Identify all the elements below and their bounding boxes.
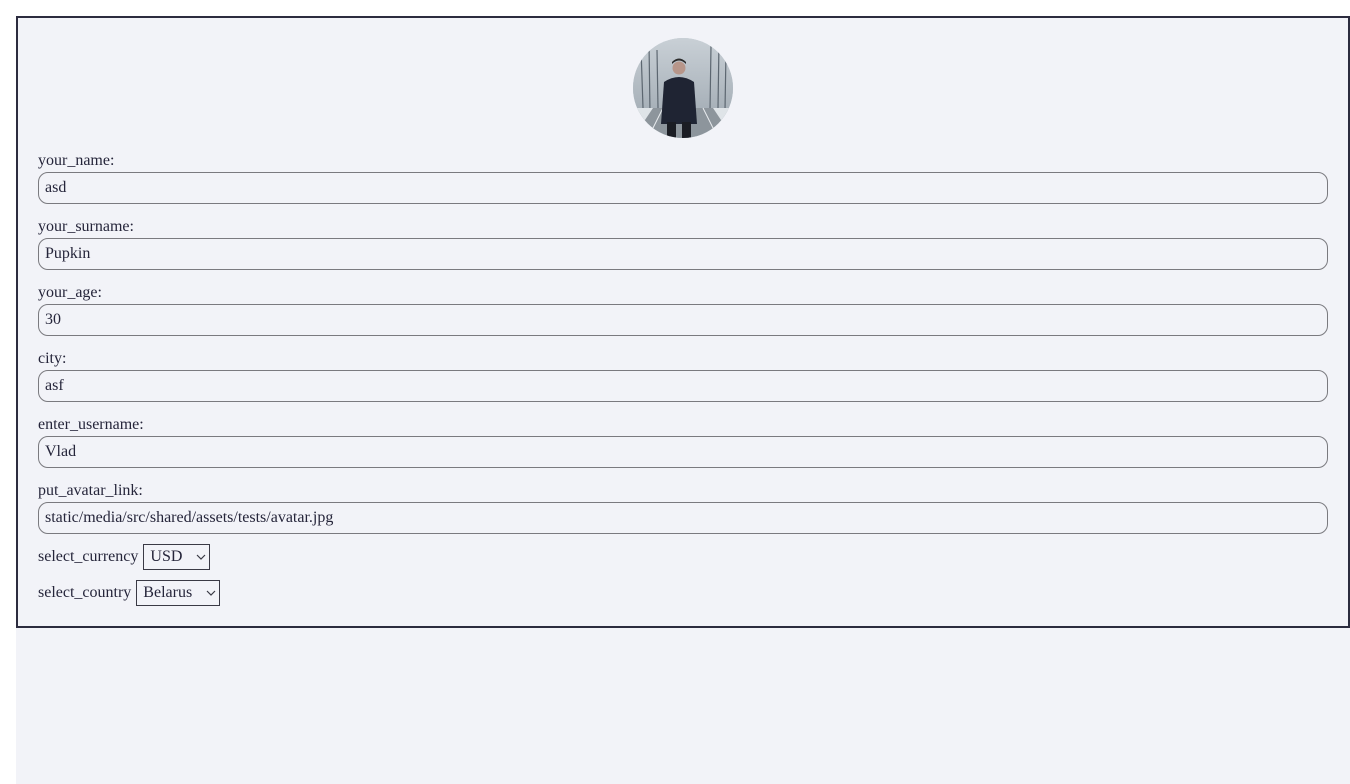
avatar — [633, 38, 733, 138]
currency-selected-value: USD — [150, 548, 183, 565]
currency-label: select_currency — [38, 548, 139, 565]
age-label: your_age: — [38, 284, 102, 301]
name-input[interactable] — [38, 172, 1328, 204]
city-label: city: — [38, 350, 67, 367]
surname-label: your_surname: — [38, 218, 134, 235]
currency-select[interactable]: USD — [143, 544, 211, 570]
city-input[interactable] — [38, 370, 1328, 402]
avatar-link-input[interactable] — [38, 502, 1328, 534]
chevron-down-icon — [206, 590, 216, 596]
country-row: select_country Belarus — [38, 580, 221, 606]
country-label: select_country — [38, 584, 132, 601]
username-label: enter_username: — [38, 416, 144, 433]
avatar-link-label: put_avatar_link: — [38, 482, 143, 499]
currency-row: select_currency USD — [38, 544, 211, 570]
username-input[interactable] — [38, 436, 1328, 468]
age-input[interactable] — [38, 304, 1328, 336]
surname-input[interactable] — [38, 238, 1328, 270]
country-select[interactable]: Belarus — [136, 580, 221, 606]
name-label: your_name: — [38, 152, 115, 169]
chevron-down-icon — [196, 554, 206, 560]
country-selected-value: Belarus — [143, 584, 193, 601]
profile-card: your_name: your_surname: your_age: city:… — [16, 16, 1350, 628]
avatar-photo-icon — [633, 38, 733, 138]
